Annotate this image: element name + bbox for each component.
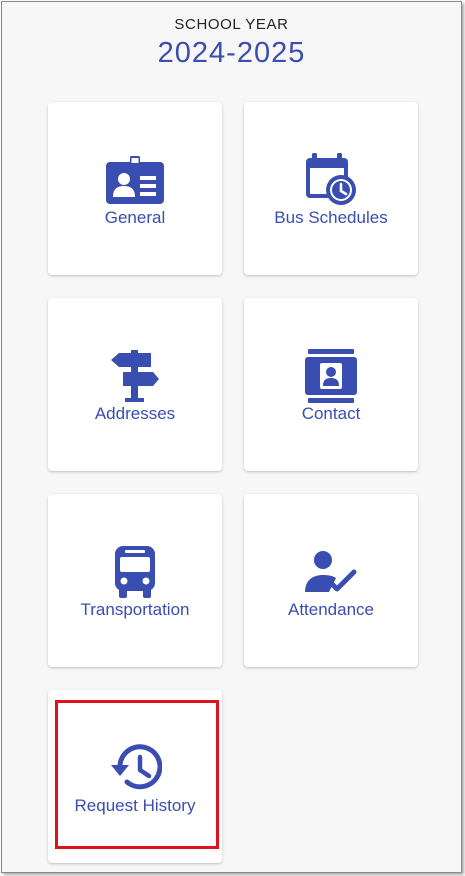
tile-attendance[interactable]: Attendance <box>244 494 418 667</box>
school-year-header: SCHOOL YEAR 2024-2025 <box>2 16 461 70</box>
tile-label: Transportation <box>80 600 190 619</box>
tile-label: Addresses <box>94 404 176 423</box>
person-check-icon <box>301 544 361 600</box>
tile-request-history[interactable]: Request History <box>48 690 222 863</box>
tile-label: Bus Schedules <box>274 208 388 227</box>
tile-general[interactable]: General <box>48 102 222 275</box>
school-year-label: SCHOOL YEAR <box>174 16 289 33</box>
tile-transportation[interactable]: Transportation <box>48 494 222 667</box>
bus-icon <box>105 544 165 600</box>
contact-book-icon <box>301 348 361 404</box>
tile-bus-schedules[interactable]: Bus Schedules <box>244 102 418 275</box>
tile-label: General <box>104 208 166 227</box>
tile-label: Attendance <box>287 600 374 619</box>
tile-contact[interactable]: Contact <box>244 298 418 471</box>
calendar-clock-icon <box>301 152 361 208</box>
school-year-value: 2024-2025 <box>157 37 306 69</box>
tile-label: Contact <box>301 404 361 423</box>
id-badge-icon <box>105 152 165 208</box>
tile-label: Request History <box>74 796 196 815</box>
history-icon <box>105 740 165 796</box>
tile-addresses[interactable]: Addresses <box>48 298 222 471</box>
app-screen: SCHOOL YEAR 2024-2025 General Bus Schedu… <box>1 1 462 873</box>
signpost-icon <box>105 348 165 404</box>
